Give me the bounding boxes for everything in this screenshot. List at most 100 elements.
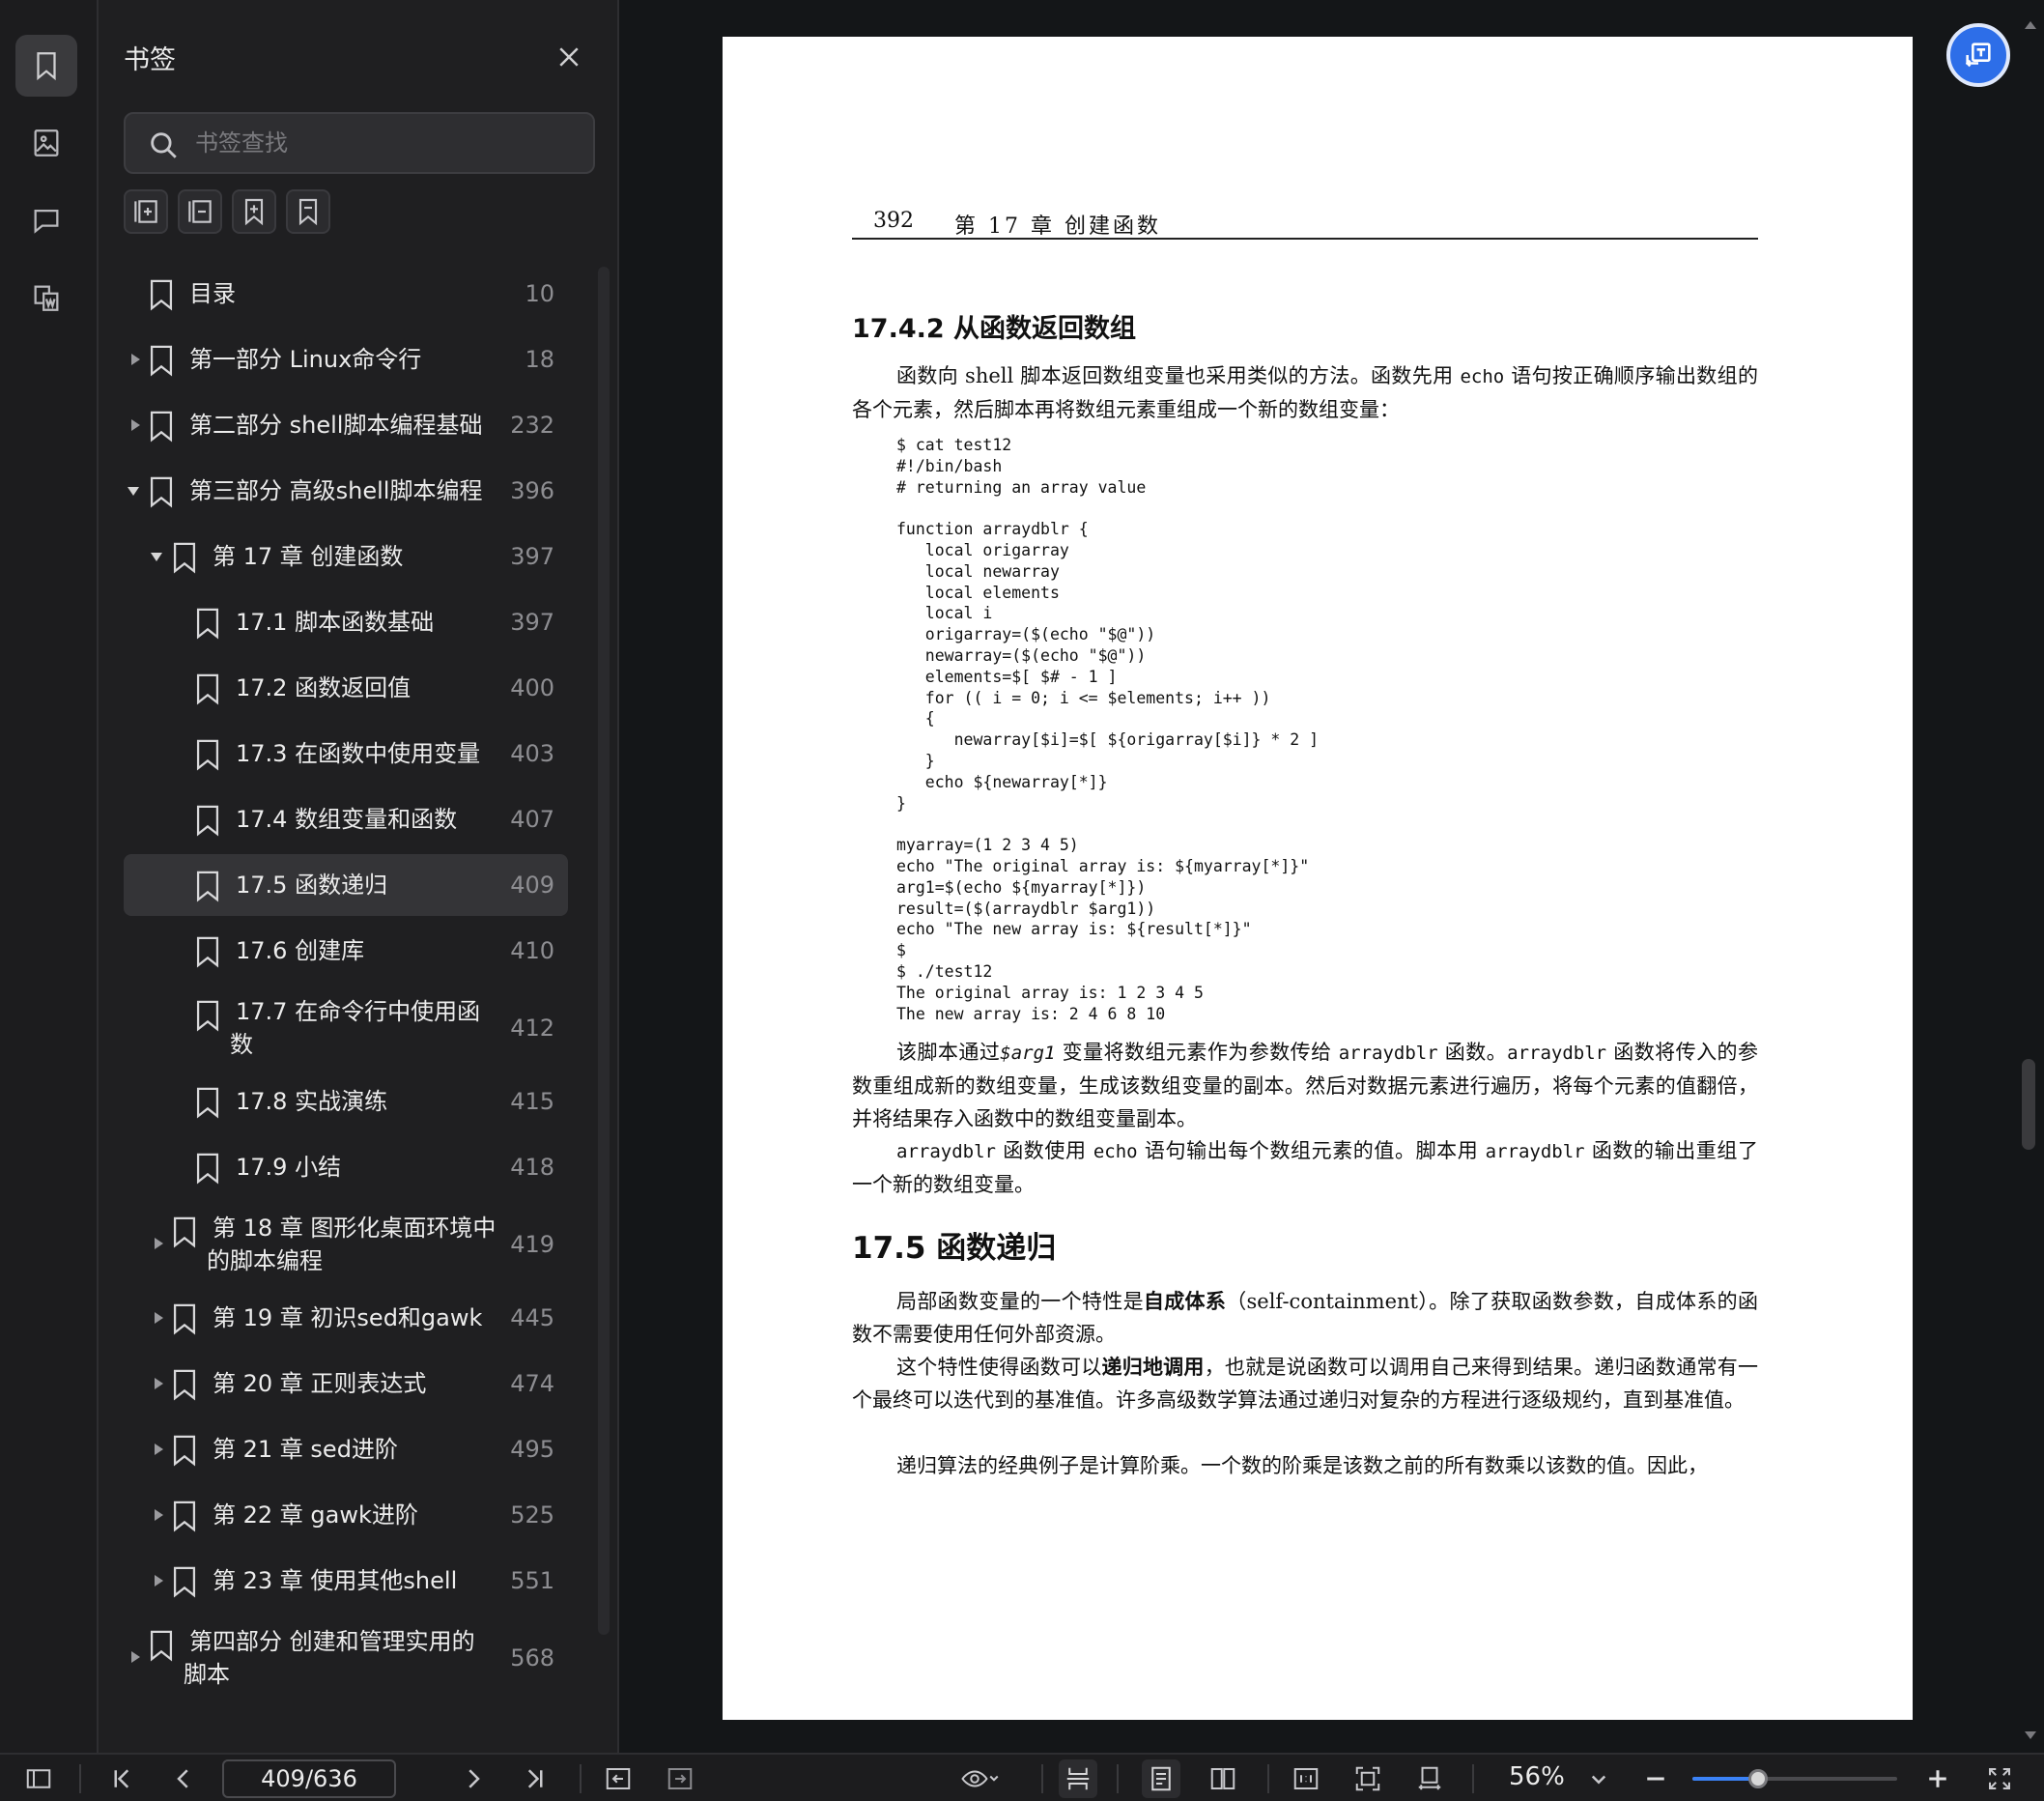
bookmark-icon [196,1000,219,1032]
last-page-button[interactable] [516,1759,554,1798]
toggle-sidebar-button[interactable] [19,1759,58,1798]
bookmark-item[interactable]: 17.9 小结 418 [124,1136,568,1198]
first-page-button[interactable] [102,1759,141,1798]
bookmark-label: 第 20 章 正则表达式 [213,1370,427,1397]
bookmark-item[interactable]: 第 22 章 gawk进阶 525 [124,1484,568,1546]
convert-panel-button[interactable] [15,267,77,329]
bookmark-item[interactable]: 17.3 在函数中使用变量 403 [124,723,568,785]
caret-right-icon[interactable] [131,1651,140,1663]
caret-right-icon[interactable] [131,419,140,431]
zoom-in-button[interactable] [1918,1759,1957,1798]
bookmark-item[interactable]: 17.2 函数返回值 400 [124,657,568,719]
add-bookmark-button[interactable] [232,189,276,234]
caret-right-icon[interactable] [155,1238,163,1249]
page-number-input[interactable]: 409/636 [222,1759,396,1798]
previous-page-button[interactable] [164,1759,203,1798]
bookmark-label: 17.4 数组变量和函数 [236,806,458,833]
bookmark-icon [173,1216,196,1248]
bookmark-label: 17.5 函数递归 [236,872,388,899]
go-back-button[interactable] [599,1759,638,1798]
continuous-scroll-button[interactable] [1059,1759,1097,1798]
bookmark-page-number: 409 [510,872,554,899]
bookmark-item[interactable]: 第 21 章 sed进阶 495 [124,1418,568,1480]
zoom-out-button[interactable] [1636,1759,1675,1798]
zoom-slider-thumb[interactable] [1747,1769,1768,1788]
bookmark-page-number: 445 [510,1304,554,1331]
expand-all-button[interactable] [124,189,168,234]
toolbar-divider [580,1764,582,1793]
bookmark-panel-button[interactable] [15,35,77,97]
caret-down-icon[interactable] [151,553,162,561]
next-page-button[interactable] [454,1759,493,1798]
bookmark-item[interactable]: 目录 10 [124,263,568,325]
bookmark-page-number: 568 [510,1644,554,1672]
bookmark-page-number: 419 [510,1231,554,1258]
bookmark-item[interactable]: 17.5 函数递归 409 [124,854,568,916]
bookmark-item[interactable]: 第 19 章 初识sed和gawk 445 [124,1287,568,1349]
panel-scrollbar[interactable] [598,267,610,1635]
bookmark-add-icon [244,198,264,226]
bookmark-item[interactable]: 第 17 章 创建函数 397 [124,526,568,587]
caret-right-icon[interactable] [155,1444,163,1455]
scroll-down-icon[interactable] [2025,1731,2036,1739]
caret-right-icon[interactable] [155,1312,163,1324]
bookmark-item[interactable]: 第 23 章 使用其他shell 551 [124,1550,568,1612]
inline-code: arraydblr [1507,1043,1607,1064]
page-fit-icon [1066,1767,1090,1790]
bookmark-item[interactable]: 第三部分 高级shell脚本编程 396 [124,460,568,522]
document-viewer: 392 第 17 章 创建函数 17.4.2 从函数返回数组 函数向 shell… [619,0,2044,1753]
expand-all-icon [134,200,157,223]
caret-right-icon[interactable] [155,1575,163,1587]
bookmark-label: 第一部分 Linux命令行 [189,346,422,373]
bookmark-label: 17.3 在函数中使用变量 [236,740,481,767]
caret-right-icon[interactable] [155,1378,163,1389]
fit-page-icon [1355,1766,1380,1791]
actual-size-button[interactable] [1287,1759,1325,1798]
icon-rail [0,0,99,1753]
bookmark-item[interactable]: 第一部分 Linux命令行 18 [124,329,568,390]
search-input[interactable] [195,114,582,172]
fit-width-button[interactable] [1410,1759,1449,1798]
zoom-level[interactable]: 56% [1509,1762,1565,1791]
caret-right-icon[interactable] [131,354,140,365]
scroll-up-icon[interactable] [2025,21,2036,29]
bookmark-item[interactable]: 第二部分 shell脚本编程基础 232 [124,394,568,456]
view-mode-button[interactable] [951,1759,1008,1798]
bookmark-item[interactable]: 17.4 数组变量和函数 407 [124,788,568,850]
caret-down-icon[interactable] [128,487,139,496]
collapse-all-button[interactable] [178,189,222,234]
bookmark-item[interactable]: 17.8 实战演练 415 [124,1071,568,1132]
close-icon[interactable] [554,43,583,71]
caret-right-icon[interactable] [155,1509,163,1521]
bookmark-icon [196,673,219,705]
thumbnail-panel-button[interactable] [15,112,77,174]
bookmark-page-number: 10 [525,280,554,307]
bookmark-item[interactable]: 第四部分 创建和管理实用的 脚本 568 [124,1615,568,1701]
inline-code: echo [1460,366,1505,387]
bookmark-item[interactable]: 第 18 章 图形化桌面环境中 的脚本编程 419 [124,1202,568,1287]
inline-code: echo [1093,1141,1138,1162]
bookmark-item[interactable]: 17.7 在命令行中使用函数 412 [124,986,568,1071]
bookmark-page-number: 474 [510,1370,554,1397]
go-forward-button[interactable] [661,1759,699,1798]
bookmark-icon [37,52,56,81]
bookmark-page-number: 415 [510,1088,554,1115]
bookmark-options-button[interactable] [286,189,330,234]
image-icon [34,129,59,157]
fit-page-button[interactable] [1348,1759,1387,1798]
single-page-button[interactable] [1142,1759,1180,1798]
viewer-scrollbar[interactable] [2022,1059,2035,1150]
bookmark-icon [196,936,219,968]
annotation-panel-button[interactable] [15,189,77,251]
bookmark-item[interactable]: 17.1 脚本函数基础 397 [124,591,568,653]
zoom-slider[interactable] [1692,1769,1897,1788]
two-page-button[interactable] [1204,1759,1242,1798]
chapter-header: 第 17 章 创建函数 [954,214,1161,239]
bookmark-item[interactable]: 17.6 创建库 410 [124,920,568,982]
bookmark-item[interactable]: 第 20 章 正则表达式 474 [124,1353,568,1415]
zoom-dropdown-button[interactable] [1584,1759,1613,1798]
bookmark-label-continued: 数 [230,1031,253,1058]
bookmark-icon [150,476,173,508]
translate-float-button[interactable] [1946,23,2010,87]
fullscreen-button[interactable] [1980,1759,2019,1798]
